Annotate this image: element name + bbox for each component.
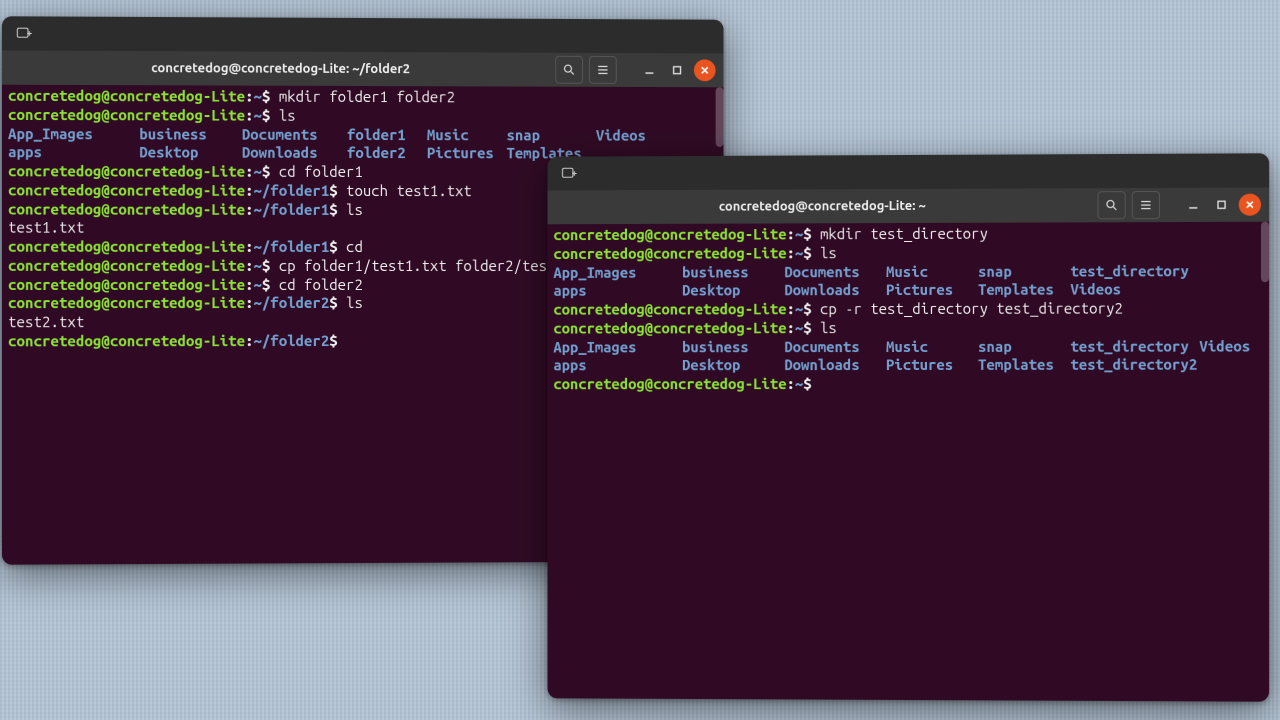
command-text: mkdir folder1 folder2 xyxy=(279,88,455,106)
new-tab-button[interactable] xyxy=(10,21,38,45)
close-button[interactable] xyxy=(1239,194,1261,216)
search-icon xyxy=(562,63,576,77)
minimize-button[interactable] xyxy=(1182,194,1204,216)
search-icon xyxy=(1105,198,1119,212)
maximize-icon xyxy=(1216,200,1226,210)
ls-output: App_Images business Documents Music snap… xyxy=(553,261,1263,300)
menu-button[interactable] xyxy=(589,56,617,84)
prompt-user: concretedog xyxy=(8,87,101,104)
scrollbar-thumb[interactable] xyxy=(716,87,724,147)
terminal-content[interactable]: concretedog@concretedog-Lite:~$ mkdir te… xyxy=(547,222,1269,702)
window-title: concretedog@concretedog-Lite: ~ xyxy=(555,198,1091,214)
hamburger-icon xyxy=(1139,198,1153,212)
ls-output: App_Images business Documents Music snap… xyxy=(553,337,1263,375)
close-icon xyxy=(700,65,710,75)
maximize-icon xyxy=(672,65,682,75)
maximize-button[interactable] xyxy=(666,59,688,81)
new-tab-icon xyxy=(15,24,33,42)
minimize-icon xyxy=(644,65,654,75)
tab-bar xyxy=(547,153,1269,190)
close-icon xyxy=(1245,200,1255,210)
minimize-icon xyxy=(1188,200,1198,210)
titlebar[interactable]: concretedog@concretedog-Lite: ~/folder2 xyxy=(2,50,724,87)
minimize-button[interactable] xyxy=(639,59,661,81)
titlebar[interactable]: concretedog@concretedog-Lite: ~ xyxy=(547,187,1269,224)
tab-bar xyxy=(2,16,724,53)
scrollbar-thumb[interactable] xyxy=(1261,222,1269,282)
new-tab-icon xyxy=(560,165,578,183)
prompt-path: ~ xyxy=(253,88,261,105)
hamburger-icon xyxy=(596,63,610,77)
maximize-button[interactable] xyxy=(1210,194,1232,216)
terminal-window-right: concretedog@concretedog-Lite: ~ concrete… xyxy=(547,153,1269,701)
search-button[interactable] xyxy=(1098,191,1126,219)
new-tab-button[interactable] xyxy=(555,162,583,186)
search-button[interactable] xyxy=(555,56,583,84)
close-button[interactable] xyxy=(694,59,716,81)
menu-button[interactable] xyxy=(1132,191,1160,219)
window-title: concretedog@concretedog-Lite: ~/folder2 xyxy=(10,61,549,77)
prompt-host: concretedog-Lite xyxy=(110,87,245,105)
